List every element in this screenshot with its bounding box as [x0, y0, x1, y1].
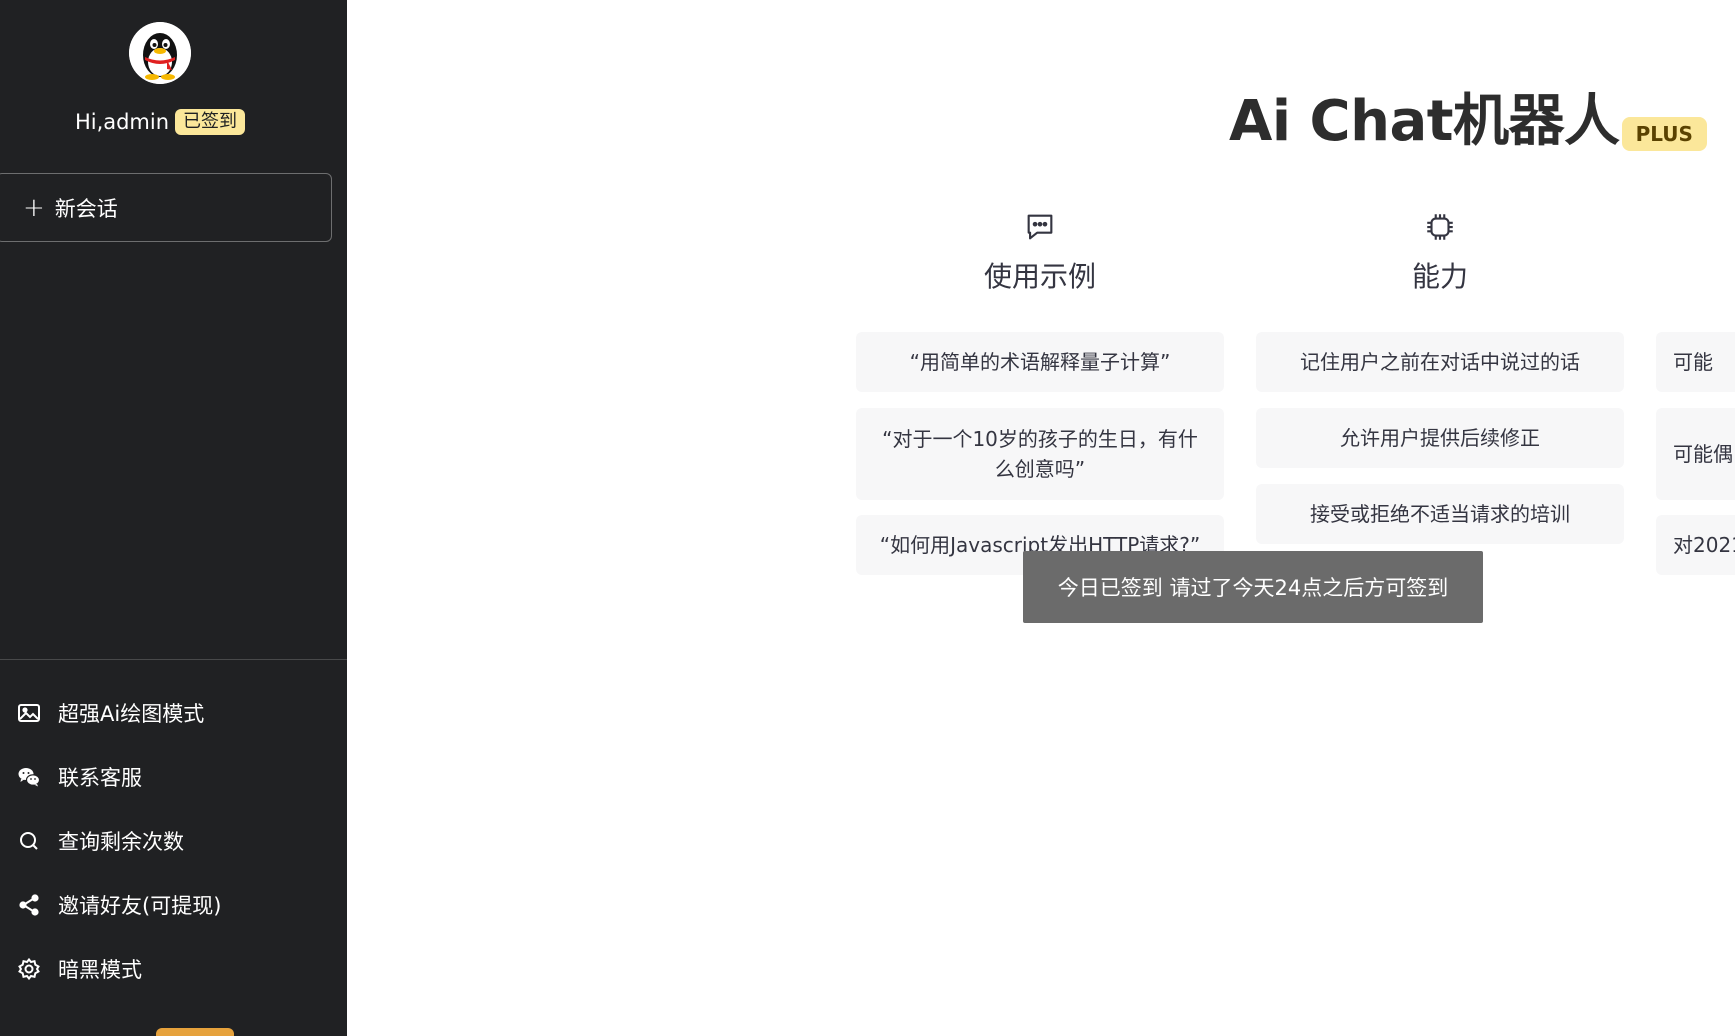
search-icon	[16, 828, 42, 854]
image-icon	[16, 700, 42, 726]
page-title: Ai Chat机器人	[1229, 89, 1620, 154]
menu-item-ai-drawing[interactable]: 超强Ai绘图模式	[16, 693, 336, 733]
menu-item-label: 联系客服	[58, 766, 142, 790]
capabilities-column: 能力 记住用户之前在对话中说过的话 允许用户提供后续修正 接受或拒绝不适当请求的…	[1256, 210, 1624, 544]
capability-card: 允许用户提供后续修正	[1256, 408, 1624, 468]
user-greeting: Hi,admin 已签到	[0, 106, 320, 137]
column-title: 能力	[1411, 260, 1468, 293]
menu-item-invite-friends[interactable]: 邀请好友(可提现)	[16, 885, 336, 925]
penguin-avatar-icon	[129, 22, 191, 84]
menu-item-label: 邀请好友(可提现)	[58, 894, 222, 918]
wechat-icon	[16, 764, 42, 790]
capability-card: 记住用户之前在对话中说过的话	[1256, 332, 1624, 392]
page-header: Ai Chat机器人 PLUS	[1229, 85, 1735, 159]
column-header: 使用示例	[856, 210, 1224, 296]
menu-item-label: 暗黑模式	[58, 958, 142, 982]
column-header: 能力	[1256, 210, 1624, 296]
toast-message: 今日已签到 请过了今天24点之后方可签到	[1023, 551, 1483, 623]
new-chat-label: 新会话	[54, 196, 118, 221]
main-content: Ai Chat机器人 PLUS 使用示例 “用简单的术语解释量子计算” “对于一…	[347, 0, 1735, 1036]
plus-icon: +	[23, 192, 45, 223]
bottom-badge[interactable]	[156, 1028, 234, 1036]
example-card[interactable]: “对于一个10岁的孩子的生日，有什么创意吗”	[856, 408, 1224, 500]
menu-item-label: 查询剩余次数	[58, 830, 184, 854]
menu-item-contact-support[interactable]: 联系客服	[16, 757, 336, 797]
gear-icon	[16, 956, 42, 982]
share-icon	[16, 892, 42, 918]
avatar[interactable]	[129, 22, 191, 84]
examples-column: 使用示例 “用简单的术语解释量子计算” “对于一个10岁的孩子的生日，有什么创意…	[856, 210, 1224, 575]
limitation-card: 对2021	[1656, 515, 1735, 575]
cpu-chip-icon	[1427, 214, 1453, 240]
menu-item-dark-mode[interactable]: 暗黑模式	[16, 949, 336, 989]
menu-item-query-remaining[interactable]: 查询剩余次数	[16, 821, 336, 861]
sidebar-divider	[0, 659, 347, 660]
limitation-card: 可能偶	[1656, 408, 1735, 500]
menu-item-label: 超强Ai绘图模式	[58, 702, 205, 726]
example-card[interactable]: “用简单的术语解释量子计算”	[856, 332, 1224, 392]
username-text: Hi,admin	[74, 110, 170, 134]
limitations-column: 可能 可能偶 对2021	[1656, 210, 1735, 590]
new-chat-button[interactable]: + 新会话	[0, 173, 332, 242]
column-title: 使用示例	[983, 260, 1096, 293]
limitation-card: 可能	[1656, 332, 1735, 392]
signed-in-badge[interactable]: 已签到	[175, 109, 246, 135]
chat-bubble-icon	[1027, 214, 1053, 240]
plus-badge: PLUS	[1621, 117, 1707, 151]
sidebar: Hi,admin已签到 + 新会话 超强Ai绘图模式 联系客服 查询剩余次数	[0, 0, 347, 1036]
capability-card: 接受或拒绝不适当请求的培训	[1256, 484, 1624, 544]
